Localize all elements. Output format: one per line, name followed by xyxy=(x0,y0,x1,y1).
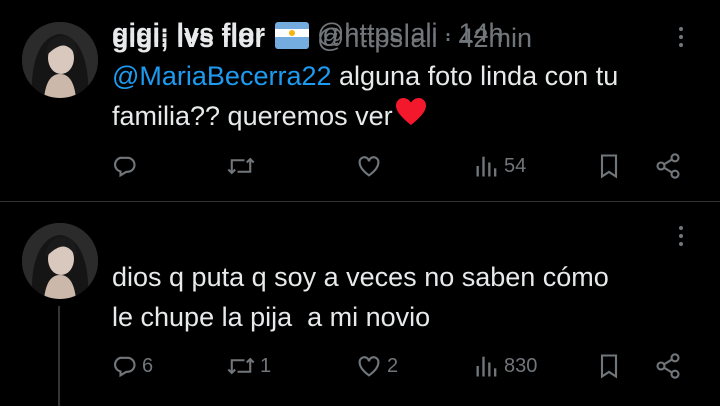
tweet-text-line: dios q puta q soy a veces no saben cómo xyxy=(112,262,609,292)
views-button[interactable]: 830 xyxy=(474,346,537,386)
like-count: 2 xyxy=(387,354,399,377)
more-options-icon[interactable] xyxy=(666,22,696,52)
heart-icon xyxy=(355,352,383,380)
views-button[interactable]: 54 xyxy=(474,146,526,186)
reply-button[interactable]: 6 xyxy=(110,346,153,386)
repost-button[interactable]: 1 xyxy=(226,346,271,386)
view-count: 830 xyxy=(504,354,538,377)
mention-link[interactable]: @MariaBecerra22 xyxy=(112,61,332,91)
bookmark-icon xyxy=(596,352,622,380)
tweet-header: gigi; lvs flor @httpsIali · 14h xyxy=(112,15,504,51)
share-button[interactable] xyxy=(654,146,682,186)
heart-icon xyxy=(355,152,383,180)
tweet-text: @MariaBecerra22 alguna foto linda con tu… xyxy=(112,56,702,138)
repost-count: 1 xyxy=(260,354,272,377)
action-bar: 54 xyxy=(0,146,720,186)
repost-icon xyxy=(226,152,256,180)
author-name[interactable]: gigi; lvs flor xyxy=(112,18,265,49)
divider xyxy=(0,201,720,202)
analytics-icon xyxy=(474,352,500,380)
bookmark-button[interactable] xyxy=(596,146,622,186)
share-icon xyxy=(654,352,682,380)
reply-count: 6 xyxy=(142,354,154,377)
separator: · xyxy=(443,17,453,48)
action-bar: 6 1 2 830 xyxy=(0,346,720,386)
more-options-icon[interactable] xyxy=(666,221,696,251)
view-count: 54 xyxy=(504,154,527,177)
red-heart-emoji-icon xyxy=(395,97,427,138)
author-handle[interactable]: @httpsIali xyxy=(317,18,437,49)
share-button[interactable] xyxy=(654,346,682,386)
argentina-flag-icon xyxy=(275,22,310,44)
avatar[interactable] xyxy=(22,22,98,98)
bookmark-icon xyxy=(596,152,622,180)
repost-button[interactable] xyxy=(226,146,260,186)
repost-icon xyxy=(226,352,256,380)
bookmark-button[interactable] xyxy=(596,346,622,386)
avatar[interactable] xyxy=(22,223,98,299)
reply-button[interactable] xyxy=(110,146,142,186)
tweet[interactable]: gigi; lvs flor @httpsIali · 14h dios q p… xyxy=(0,18,720,406)
reply-icon xyxy=(110,152,138,180)
tweet-text-line: le chupe la pija a mi novio xyxy=(112,302,431,332)
like-button[interactable]: 2 xyxy=(355,346,398,386)
timestamp[interactable]: 14h xyxy=(458,18,503,49)
analytics-icon xyxy=(474,152,500,180)
share-icon xyxy=(654,152,682,180)
tweet-text: dios q puta q soy a veces no saben cómo … xyxy=(112,257,702,337)
like-button[interactable] xyxy=(355,146,387,186)
reply-icon xyxy=(110,352,138,380)
